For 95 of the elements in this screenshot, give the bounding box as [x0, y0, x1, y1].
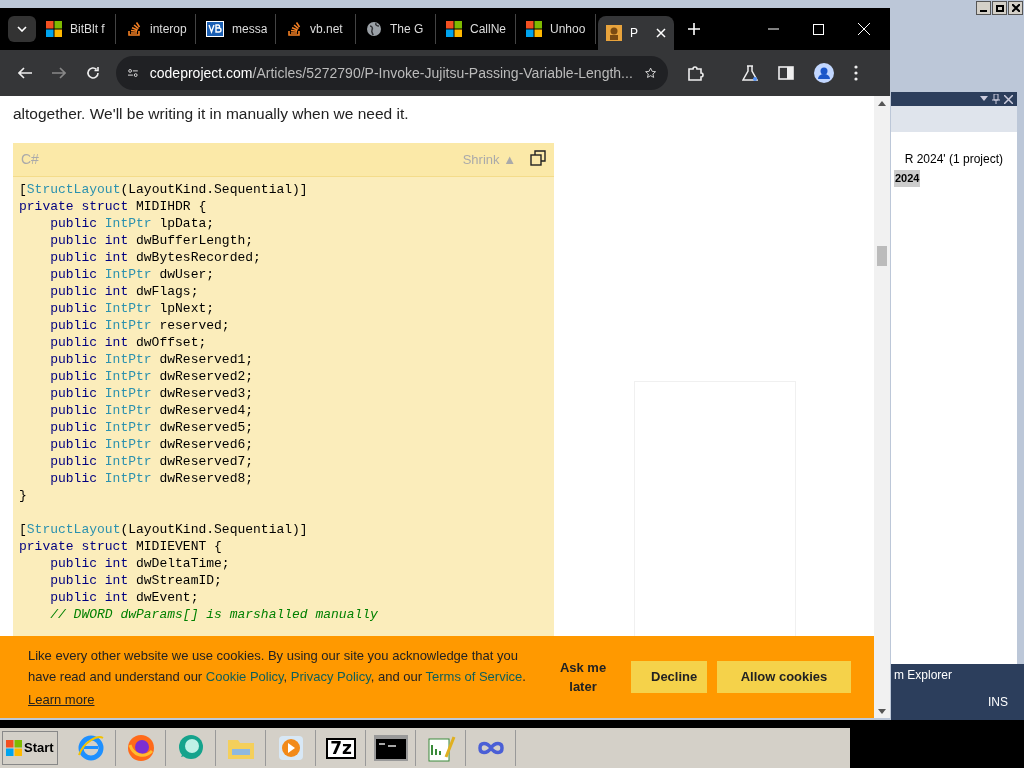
- start-button[interactable]: Start: [2, 731, 58, 765]
- side-panel-icon[interactable]: [778, 66, 794, 80]
- code-line: public IntPtr lpNext;: [49, 301, 215, 317]
- ask-later-button[interactable]: Ask me later: [545, 658, 621, 696]
- code-line: public IntPtr dwReserved3;: [49, 386, 254, 402]
- code-line: public IntPtr lpData;: [49, 216, 215, 232]
- close-button[interactable]: [1008, 1, 1023, 15]
- fox-browser-icon[interactable]: [126, 733, 157, 763]
- site-favicon-icon: [606, 25, 622, 41]
- close-icon[interactable]: [1004, 94, 1013, 104]
- tab-title: Unhoo: [550, 21, 587, 38]
- code-line: [StructLayout(LayoutKind.Sequential)]: [19, 522, 308, 538]
- code-line: public int dwFlags;: [49, 284, 199, 300]
- address-bar[interactable]: codeproject.com/Articles/5272790/P-Invoke-Jujitsu-Passing-Variable-Length...: [116, 56, 668, 90]
- code-line: public IntPtr dwReserved6;: [49, 437, 254, 453]
- code-line: public IntPtr dwReserved8;: [49, 471, 254, 487]
- minimize-button[interactable]: [976, 1, 991, 15]
- cookie-message: Like every other website we use cookies. By using our site you acknowledge that you have read and understand our Cookie Policy, Privacy Policy, and our Terms of Service.: [28, 646, 527, 686]
- menu-icon[interactable]: [854, 65, 858, 81]
- url-text: codeproject.com/Articles/5272790/P-Invoke-Jujitsu-Passing-Variable-Length...: [149, 63, 633, 83]
- tree-item[interactable]: R 2024' (1 project): [904, 150, 1003, 168]
- tab-title: BitBlt f: [70, 21, 106, 38]
- puzzle-icon[interactable]: [688, 65, 706, 81]
- dropdown-icon[interactable]: [980, 96, 988, 102]
- code-line: public IntPtr dwReserved2;: [49, 369, 254, 385]
- scroll-thumb[interactable]: [877, 246, 887, 266]
- code-line: public IntPtr dwReserved7;: [49, 454, 254, 470]
- browser-tab[interactable]: messa: [198, 14, 276, 44]
- copy-icon[interactable]: [530, 149, 546, 166]
- code-line: public IntPtr dwUser;: [49, 267, 215, 283]
- tab-title: interop: [150, 21, 187, 38]
- code-line: public int dwStreamID;: [49, 573, 222, 589]
- code-line: public int dwOffset;: [49, 335, 207, 351]
- browser-tab[interactable]: Unhoo: [518, 14, 596, 44]
- browser-tab[interactable]: P: [598, 16, 674, 50]
- terminal-icon[interactable]: [374, 735, 409, 761]
- article-paragraph: altogether. We'll be writing it in manually when we need it.: [13, 104, 410, 124]
- code-line: }: [19, 488, 27, 504]
- code-line: public int dwEvent;: [49, 590, 199, 606]
- forward-icon[interactable]: [52, 67, 66, 79]
- windows-logo-icon: [446, 21, 462, 37]
- scroll-down-icon[interactable]: [878, 709, 886, 714]
- policy-link[interactable]: Privacy Policy: [290, 668, 371, 684]
- chevron-down-icon: [17, 26, 27, 32]
- code-line: public IntPtr dwReserved5;: [49, 420, 254, 436]
- code-line: public IntPtr reserved;: [49, 318, 230, 334]
- star-icon[interactable]: [644, 65, 656, 81]
- browser-tab[interactable]: interop: [118, 14, 196, 44]
- site-settings-icon[interactable]: [128, 67, 138, 79]
- code-line: private struct MIDIHDR {: [19, 199, 207, 215]
- policy-link[interactable]: Cookie Policy: [205, 668, 284, 684]
- maximize-icon[interactable]: [813, 23, 824, 35]
- tab-title: vb.net: [310, 21, 344, 38]
- tab-title: CallNe: [470, 21, 507, 38]
- globe-icon: [366, 21, 382, 37]
- scrollbar[interactable]: [874, 96, 890, 718]
- tab-title: messa: [232, 21, 267, 38]
- code-line: public IntPtr dwReserved1;: [49, 352, 254, 368]
- restore-button[interactable]: [992, 1, 1007, 15]
- pin-icon[interactable]: [992, 94, 1000, 104]
- tab-search-button[interactable]: [8, 16, 36, 42]
- browser-tab[interactable]: vb.net: [278, 14, 356, 44]
- cookie-button[interactable]: Decline: [631, 661, 707, 693]
- reload-icon[interactable]: [86, 66, 100, 80]
- browser-tab[interactable]: CallNe: [438, 14, 516, 44]
- code-line: private struct MIDIEVENT {: [19, 539, 222, 555]
- cookie-button[interactable]: Allow cookies: [717, 661, 851, 693]
- new-tab-icon[interactable]: [688, 23, 700, 35]
- code-line: public IntPtr dwReserved4;: [49, 403, 254, 419]
- windows-logo-icon: [526, 21, 542, 37]
- code-line: [StructLayout(LayoutKind.Sequential)]: [19, 182, 308, 198]
- browser-tab[interactable]: BitBlt f: [38, 14, 116, 44]
- browser-tab[interactable]: The G: [358, 14, 436, 44]
- tree-item[interactable]: 2024: [894, 170, 921, 187]
- vb-icon: [206, 21, 224, 37]
- stack-icon: [286, 21, 302, 37]
- scroll-up-icon[interactable]: [878, 101, 886, 106]
- profile-icon[interactable]: [814, 63, 834, 83]
- x-icon: [1011, 4, 1020, 12]
- flask-icon[interactable]: [742, 65, 758, 81]
- learn-more-link[interactable]: Learn more: [28, 689, 95, 710]
- panel-tab[interactable]: m Explorer: [894, 664, 1024, 684]
- code-line: // DWORD dwParams[] is marshalled manually: [49, 607, 378, 623]
- code-line: public int dwBufferLength;: [49, 233, 254, 249]
- windows-logo-icon: [6, 740, 22, 756]
- windows-logo-icon: [46, 21, 62, 37]
- tab-title: The G: [390, 21, 425, 38]
- status-text: INS: [988, 694, 1008, 711]
- back-icon[interactable]: [18, 67, 32, 79]
- stack-icon: [126, 21, 142, 37]
- code-language: C#: [21, 150, 39, 170]
- code-line: public int dwBytesRecorded;: [49, 250, 261, 266]
- archiver-app-icon[interactable]: 7z: [326, 737, 356, 759]
- tab-title: P: [630, 25, 639, 42]
- code-line: public int dwDeltaTime;: [49, 556, 230, 572]
